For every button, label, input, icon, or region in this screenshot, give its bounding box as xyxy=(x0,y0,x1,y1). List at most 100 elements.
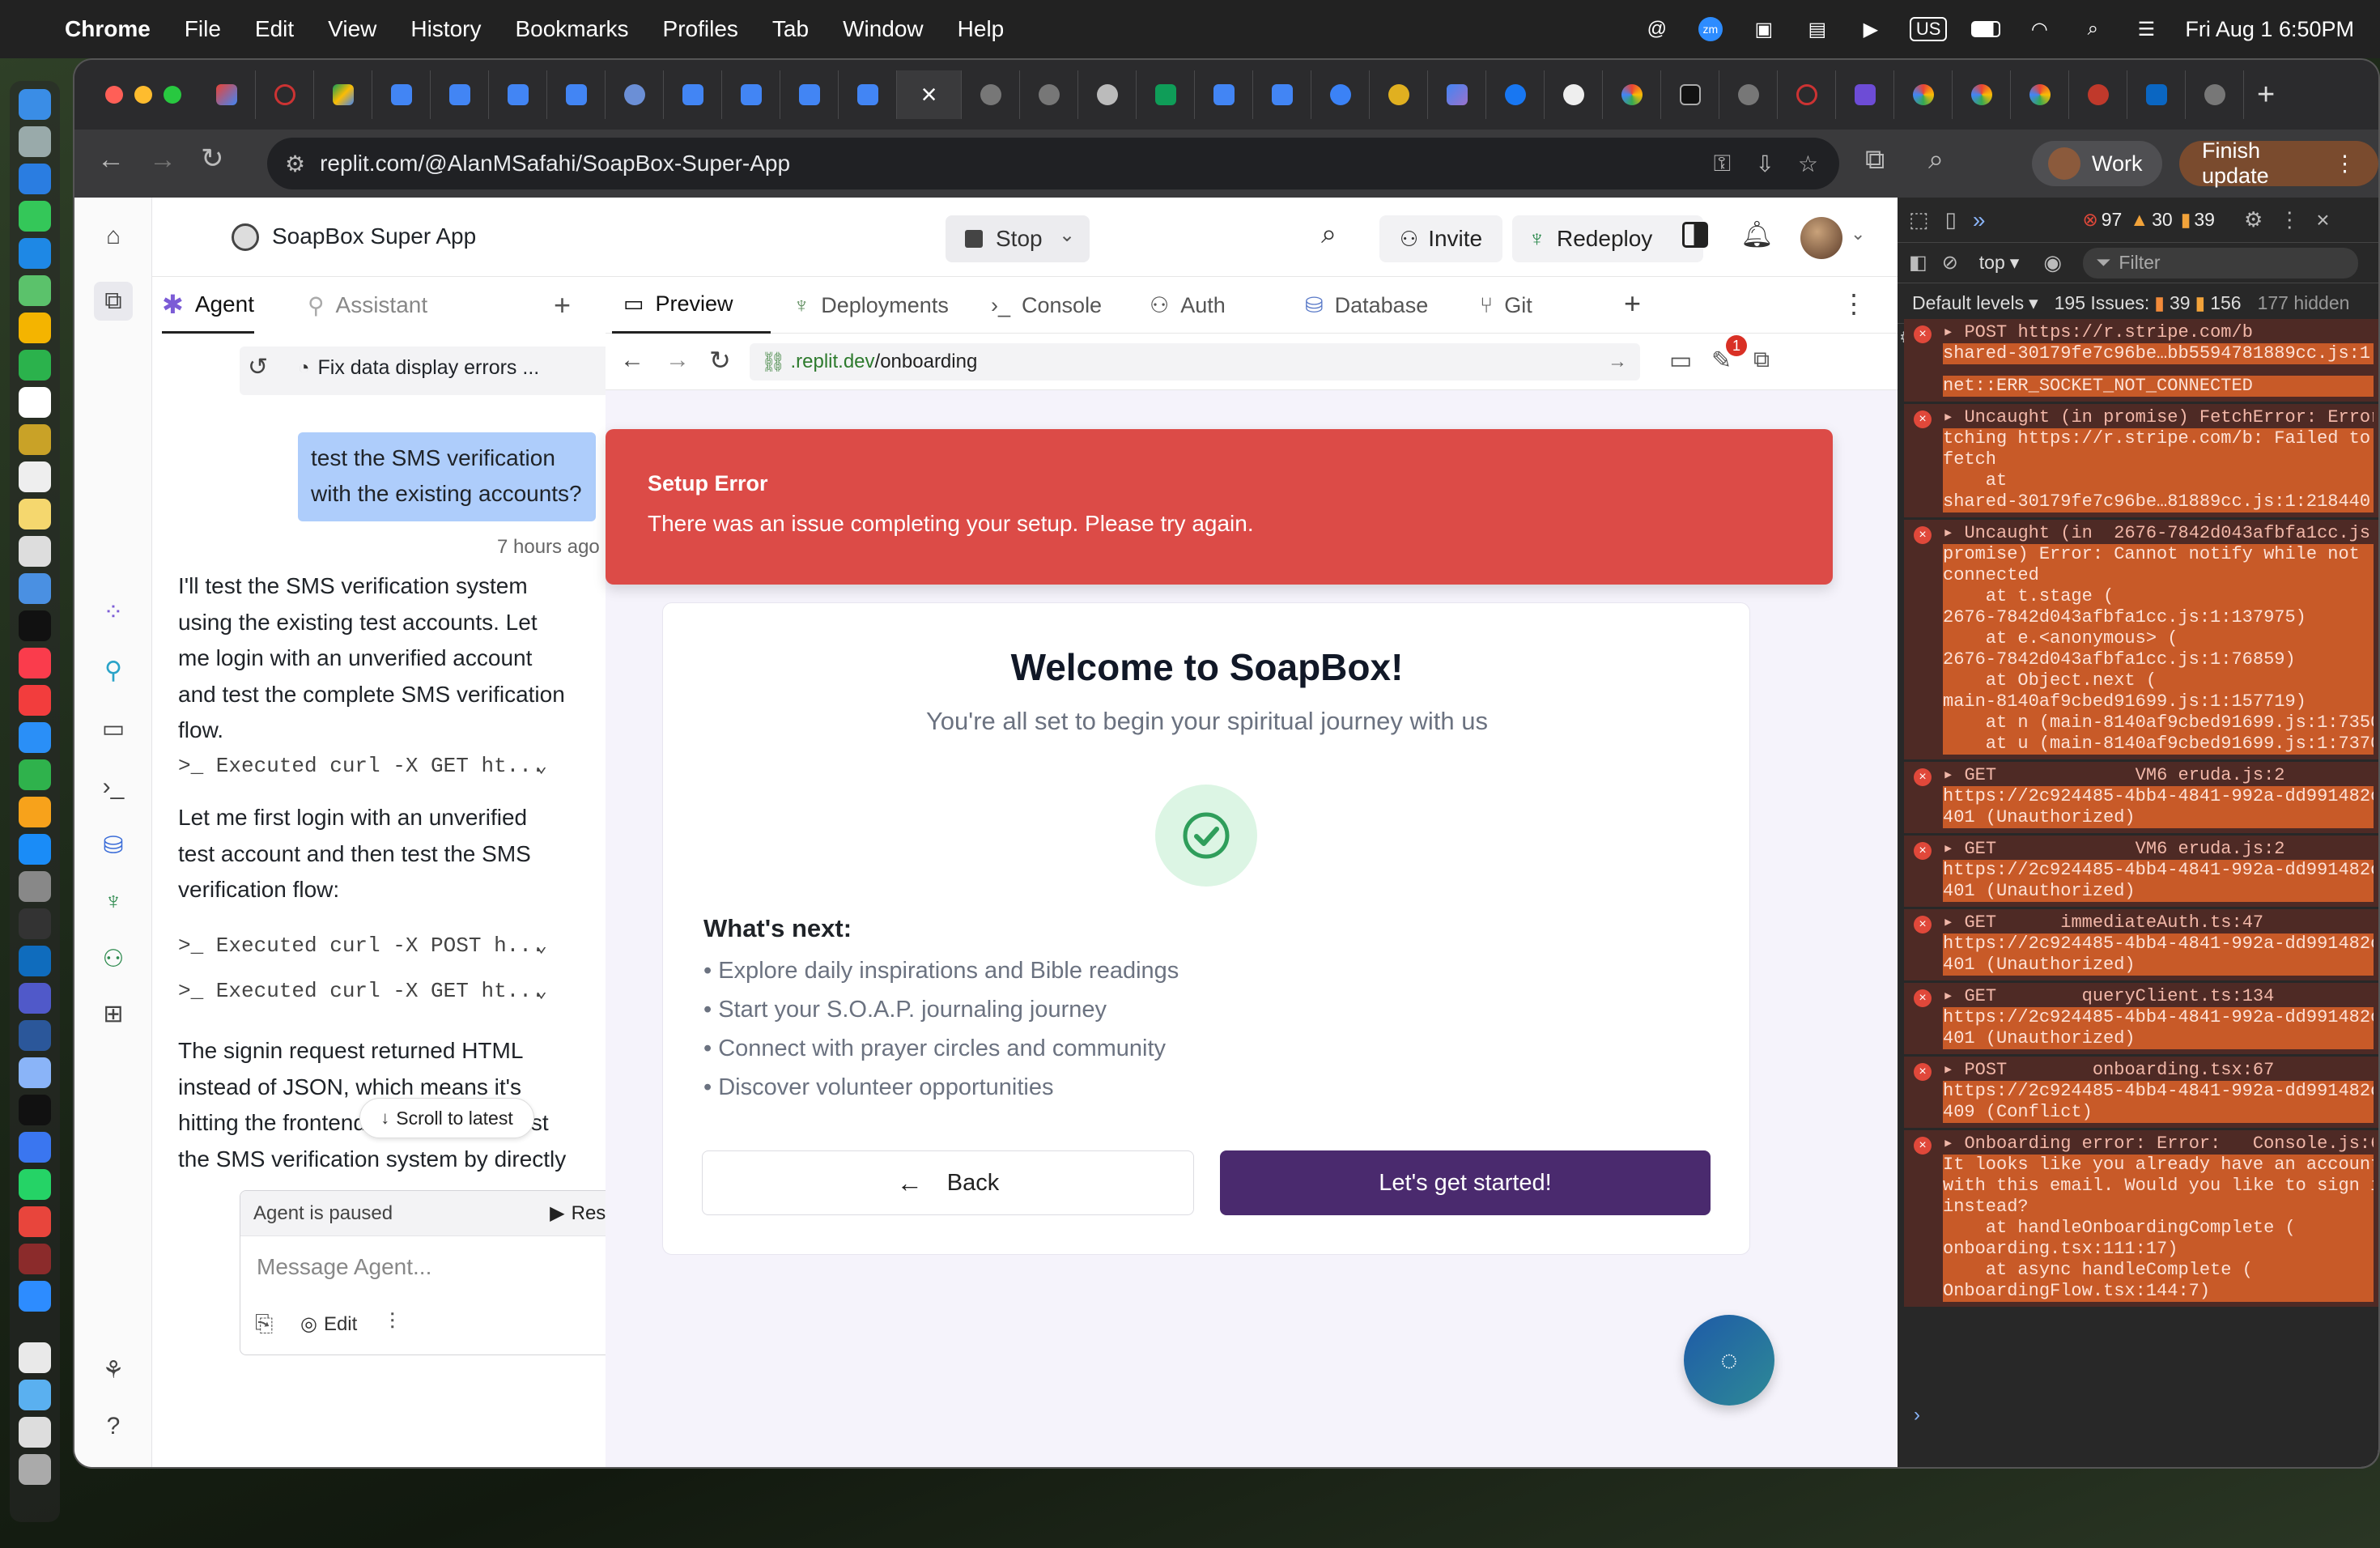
tab-linkedin[interactable] xyxy=(2127,70,2186,119)
tab-docs-3[interactable] xyxy=(489,70,547,119)
forward-icon[interactable]: → xyxy=(149,144,176,176)
bookmark-star-icon[interactable]: ☆ xyxy=(1798,151,1818,177)
wifi-icon[interactable]: ◠ xyxy=(2025,15,2054,44)
avatar-chevron-icon[interactable]: ⌄ xyxy=(1851,223,1865,245)
scroll-to-latest-button[interactable]: ↓ Scroll to latest xyxy=(359,1098,534,1138)
devtools-settings-icon[interactable]: ⚙ xyxy=(2244,207,2263,232)
tab-docs-8[interactable] xyxy=(839,70,897,119)
shell-icon[interactable]: ›_ xyxy=(94,768,133,806)
tab-gmail[interactable] xyxy=(198,70,256,119)
users-icon[interactable]: ⚇ xyxy=(94,939,133,978)
edit-button[interactable]: ◎ Edit xyxy=(300,1312,357,1336)
menu-clock[interactable]: Fri Aug 1 6:50PM xyxy=(2185,17,2354,42)
dock-pages-icon[interactable] xyxy=(19,797,51,827)
dots-grid-icon[interactable]: ⁘ xyxy=(94,593,133,632)
dock-news-icon[interactable] xyxy=(19,685,51,716)
console-error-entry[interactable]: × ▸ GET queryClient.ts:134 https://2c92448… xyxy=(1904,983,2378,1054)
tab-docs-7[interactable] xyxy=(780,70,839,119)
settings-sliders-icon[interactable]: ⫶ xyxy=(389,1309,395,1336)
preview-reload-icon[interactable]: ↻ xyxy=(709,345,731,376)
tab-openai-4[interactable] xyxy=(1719,70,1778,119)
input-source-indicator[interactable]: US xyxy=(1909,17,1948,41)
home-icon[interactable]: ⌂ xyxy=(94,217,133,256)
device-preview-icon[interactable]: ▭ xyxy=(1669,347,1692,375)
history-icon[interactable]: ↺ xyxy=(248,353,268,381)
play-icon[interactable]: ▶ xyxy=(1856,15,1885,44)
dock-preview-icon[interactable] xyxy=(19,1057,51,1088)
menu-window[interactable]: Window xyxy=(843,16,924,42)
menu-tab[interactable]: Tab xyxy=(772,16,809,42)
split-pane-icon[interactable] xyxy=(1682,222,1708,248)
error-count[interactable]: ⊗ 97 xyxy=(2082,209,2122,231)
tab-google-3[interactable] xyxy=(1953,70,2011,119)
message-input[interactable]: Message Agent... xyxy=(240,1236,657,1301)
tab-docs-9[interactable] xyxy=(1195,70,1253,119)
tab-search-icon[interactable]: ⌕ xyxy=(1928,144,1944,176)
zoom-window-button[interactable] xyxy=(164,86,181,104)
tab-loading-2[interactable] xyxy=(1778,70,1836,119)
tab-console[interactable]: ›_ Console xyxy=(980,277,1102,334)
tab-openai-1[interactable] xyxy=(962,70,1020,119)
control-center-icon[interactable]: ☰ xyxy=(2131,15,2161,44)
dock-stocks-icon[interactable] xyxy=(19,573,51,604)
tab-database[interactable]: ⛁ Database xyxy=(1294,277,1428,334)
dock-photos-icon[interactable] xyxy=(19,313,51,343)
tab-openai-3[interactable] xyxy=(1078,70,1137,119)
minimize-window-button[interactable] xyxy=(134,86,152,104)
device-toolbar-icon[interactable]: ▯ xyxy=(1945,207,1957,232)
spotlight-search-icon[interactable]: ⌕ xyxy=(2078,15,2107,44)
tab-docs-1[interactable] xyxy=(372,70,431,119)
back-icon[interactable]: ← xyxy=(97,144,125,176)
more-options-icon[interactable]: ⋮ xyxy=(1841,288,1867,319)
dock-downloads-icon[interactable] xyxy=(19,1417,51,1448)
menu-view[interactable]: View xyxy=(328,16,376,42)
console-error-entry[interactable]: × ▸ GET VM6 eruda.js:2 https://2c924485-4b… xyxy=(1904,762,2378,833)
back-button[interactable]: ← Back xyxy=(702,1150,1194,1215)
live-expression-eye-icon[interactable]: ◉ xyxy=(2043,250,2062,275)
context-select[interactable]: top ▾ xyxy=(1979,252,2020,274)
info-count[interactable]: ▮ 39 xyxy=(2181,209,2215,231)
tab-docs-5[interactable] xyxy=(664,70,722,119)
tab-github[interactable] xyxy=(1545,70,1603,119)
close-tab-icon[interactable]: × xyxy=(921,79,937,111)
password-key-icon[interactable]: ⚿ xyxy=(1714,151,1731,177)
tab-docs-10[interactable] xyxy=(1253,70,1311,119)
app-title[interactable]: SoapBox Super App xyxy=(272,223,476,249)
devtools-close-icon[interactable]: × xyxy=(2316,207,2329,233)
issues-count[interactable]: 195 Issues: ▮ 39 ▮ 156 xyxy=(2055,292,2242,314)
tab-docs-6[interactable] xyxy=(722,70,780,119)
tab-x[interactable] xyxy=(1661,70,1719,119)
dock-mail-icon[interactable] xyxy=(19,238,51,269)
notifications-bell-icon[interactable]: 🔔︎ xyxy=(1740,219,1774,249)
database-icon[interactable]: ⛁ xyxy=(94,826,133,865)
tab-google-1[interactable] xyxy=(1603,70,1661,119)
console-error-entry[interactable]: × ▸ Uncaught (in promise) FetchError: Err… xyxy=(1904,404,2378,517)
console-error-entry[interactable]: × ▸ GET VM6 eruda.js:2 https://2c924485-4b… xyxy=(1904,836,2378,907)
sidebar-toggle-icon[interactable]: ◧ xyxy=(1909,251,1927,274)
menu-file[interactable]: File xyxy=(185,16,221,42)
finish-update-button[interactable]: Finish update ⋮ xyxy=(2179,138,2378,188)
tab-agent[interactable]: ✱ Agent xyxy=(162,277,254,334)
attach-paperclip-icon[interactable]: ⎘ xyxy=(255,1311,273,1337)
dock-chatgpt-icon[interactable] xyxy=(19,908,51,939)
dock-zoom-icon[interactable] xyxy=(19,1281,51,1312)
dev-tools-icon[interactable]: ⚘ xyxy=(94,1350,133,1389)
tab-openai-5[interactable] xyxy=(2186,70,2244,119)
console-filter-input[interactable]: ⏷ Filter xyxy=(2083,247,2359,279)
console-prompt-icon[interactable]: › xyxy=(1914,1404,1920,1427)
dock-trash-icon[interactable] xyxy=(19,1454,51,1485)
tab-blue-circle[interactable] xyxy=(1311,70,1370,119)
dock-tv-icon[interactable] xyxy=(19,610,51,641)
devtools-more-icon[interactable]: ⋮ xyxy=(2279,207,2300,232)
dock-messages-icon[interactable] xyxy=(19,201,51,232)
extensions-icon[interactable]: ⧉ xyxy=(1865,144,1885,176)
dock-maps-icon[interactable] xyxy=(19,275,51,306)
tab-openai-2[interactable] xyxy=(1020,70,1078,119)
menu-app-name[interactable]: Chrome xyxy=(65,16,151,42)
menu-profiles[interactable]: Profiles xyxy=(663,16,738,42)
dock-calendar-icon[interactable] xyxy=(19,387,51,418)
tab-active-replit[interactable]: × xyxy=(897,70,962,119)
dock-outlook-icon[interactable] xyxy=(19,946,51,976)
tab-sheets[interactable] xyxy=(1137,70,1195,119)
dock-word-icon[interactable] xyxy=(19,1020,51,1051)
